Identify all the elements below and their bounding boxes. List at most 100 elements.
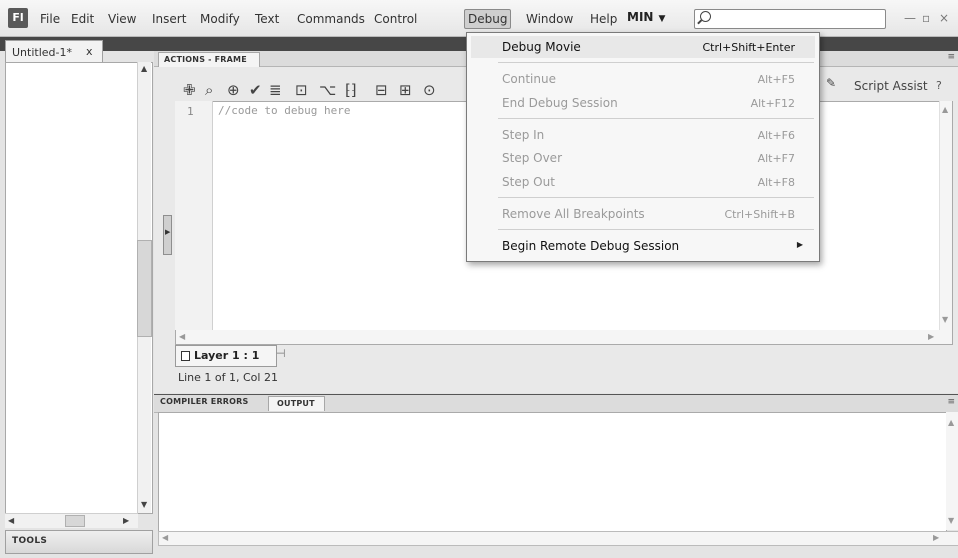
editor-horizontal-scrollbar[interactable]: ◀ ▶ xyxy=(175,330,953,345)
document-tab[interactable]: Untitled-1* x xyxy=(5,40,103,63)
stage-horizontal-scroll-thumb[interactable] xyxy=(65,515,85,527)
editor-vertical-scrollbar[interactable]: ▲ ▼ xyxy=(939,101,952,330)
expand-arrow-icon: ▶ xyxy=(165,228,171,236)
menu-item-shortcut: Alt+F8 xyxy=(757,176,795,189)
panel-menu-icon[interactable]: ≡ xyxy=(947,52,955,62)
menu-item-label: Step Over xyxy=(502,151,562,165)
workspace-label: MIN xyxy=(627,10,654,24)
layer-tab-label: Layer 1 : 1 xyxy=(194,349,260,362)
search-input[interactable] xyxy=(694,9,886,29)
menu-debug[interactable]: Debug xyxy=(464,9,512,29)
find-icon[interactable]: ⌕ xyxy=(205,81,213,99)
scroll-up-icon[interactable]: ▲ xyxy=(141,64,147,73)
pin-script-icon[interactable]: ⊣ xyxy=(276,347,286,360)
menu-item-shortcut: Ctrl+Shift+Enter xyxy=(702,41,795,54)
menu-item-step-over[interactable]: Step Over Alt+F7 xyxy=(471,147,815,169)
menu-window[interactable]: Window xyxy=(526,10,573,28)
output-horizontal-scrollbar[interactable]: ◀ ▶ xyxy=(158,531,958,546)
scroll-left-icon[interactable]: ◀ xyxy=(179,332,185,341)
menu-item-shortcut: Alt+F5 xyxy=(757,73,795,86)
tab-actions-frame[interactable]: ACTIONS - FRAME xyxy=(158,52,260,67)
close-icon[interactable]: × xyxy=(939,11,949,25)
menu-separator xyxy=(498,118,814,119)
restore-icon[interactable]: ▫ xyxy=(922,11,930,25)
output-tab-label: OUTPUT xyxy=(277,399,315,408)
layer-icon xyxy=(181,351,190,361)
scroll-down-icon[interactable]: ▼ xyxy=(942,315,948,324)
scroll-down-icon[interactable]: ▼ xyxy=(141,500,147,509)
collapse-selection-icon[interactable]: ⊟ xyxy=(375,81,388,99)
document-tab-label: Untitled-1* xyxy=(12,46,72,59)
scroll-left-icon[interactable]: ◀ xyxy=(162,533,168,542)
output-vertical-scrollbar[interactable]: ▲ ▼ xyxy=(946,412,958,530)
menu-file[interactable]: File xyxy=(40,10,60,28)
apply-block-comment-icon[interactable]: ⊙ xyxy=(423,81,436,99)
scroll-left-icon[interactable]: ◀ xyxy=(8,516,14,525)
debug-options-icon[interactable]: ⌥ xyxy=(319,81,336,99)
code-line[interactable]: //code to debug here xyxy=(218,104,350,117)
show-code-hint-icon[interactable]: ⊡ xyxy=(295,81,308,99)
collapse-between-braces-icon[interactable]: ⁅⁆ xyxy=(345,81,357,99)
scroll-right-icon[interactable]: ▶ xyxy=(123,516,129,525)
tools-panel-label: TOOLS xyxy=(12,536,48,546)
menu-item-shortcut: Ctrl+Shift+B xyxy=(724,208,795,221)
script-assist-button[interactable]: Script Assist xyxy=(854,79,928,93)
menu-edit[interactable]: Edit xyxy=(71,10,94,28)
tab-output[interactable]: OUTPUT xyxy=(268,396,325,411)
stage-area[interactable] xyxy=(5,62,153,514)
scroll-down-icon[interactable]: ▼ xyxy=(948,516,954,525)
menu-separator xyxy=(498,229,814,230)
menu-help[interactable]: Help xyxy=(590,10,617,28)
menu-item-shortcut: Alt+F6 xyxy=(757,129,795,142)
menu-item-label: Step Out xyxy=(502,175,555,189)
add-statement-icon[interactable]: ✙ xyxy=(183,81,196,99)
collapse-toolbox-handle[interactable]: ▶ xyxy=(163,215,172,255)
panel-menu-icon[interactable]: ≡ xyxy=(947,397,955,407)
close-tab-icon[interactable]: x xyxy=(86,45,93,58)
menu-text[interactable]: Text xyxy=(255,10,279,28)
scroll-right-icon[interactable]: ▶ xyxy=(928,332,934,341)
menu-commands[interactable]: Commands xyxy=(297,10,365,28)
insert-target-path-icon[interactable]: ⊕ xyxy=(227,81,240,99)
menu-item-debug-movie[interactable]: Debug Movie Ctrl+Shift+Enter xyxy=(471,36,815,58)
output-area[interactable] xyxy=(158,412,947,532)
menu-item-remove-all-breakpoints[interactable]: Remove All Breakpoints Ctrl+Shift+B xyxy=(471,203,815,225)
layer-tab[interactable]: Layer 1 : 1 xyxy=(175,345,277,367)
menu-item-begin-remote-debug-session[interactable]: Begin Remote Debug Session ▶ xyxy=(471,235,815,257)
check-syntax-icon[interactable]: ✔ xyxy=(249,81,262,99)
menu-modify[interactable]: Modify xyxy=(200,10,240,28)
tab-compiler-errors[interactable]: COMPILER ERRORS xyxy=(160,397,249,406)
menu-item-shortcut: Alt+F12 xyxy=(750,97,795,110)
menu-item-label: Continue xyxy=(502,72,556,86)
workspace-switcher[interactable]: MIN ▼ xyxy=(627,10,665,24)
chevron-down-icon: ▼ xyxy=(658,14,666,24)
menu-item-shortcut: Alt+F7 xyxy=(757,152,795,165)
submenu-arrow-icon: ▶ xyxy=(796,240,803,249)
menu-item-continue[interactable]: Continue Alt+F5 xyxy=(471,68,815,90)
menu-item-step-in[interactable]: Step In Alt+F6 xyxy=(471,124,815,146)
menu-item-label: Begin Remote Debug Session xyxy=(502,239,680,253)
actions-tab-label: ACTIONS - FRAME xyxy=(164,55,247,64)
expand-all-icon[interactable]: ⊞ xyxy=(399,81,412,99)
line-number-gutter xyxy=(175,101,213,330)
menu-item-end-debug-session[interactable]: End Debug Session Alt+F12 xyxy=(471,92,815,114)
auto-format-icon[interactable]: ≣ xyxy=(269,81,282,99)
line-number: 1 xyxy=(187,105,194,118)
menu-control[interactable]: Control xyxy=(374,10,417,28)
menu-separator xyxy=(498,197,814,198)
app-logo: Fl xyxy=(8,8,28,28)
menu-view[interactable]: View xyxy=(108,10,136,28)
menu-insert[interactable]: Insert xyxy=(152,10,186,28)
menu-item-label: Debug Movie xyxy=(502,40,581,54)
tools-panel-header[interactable]: TOOLS xyxy=(5,530,153,554)
help-icon[interactable]: ? xyxy=(936,79,942,92)
scroll-up-icon[interactable]: ▲ xyxy=(942,105,948,114)
menu-item-label: Step In xyxy=(502,128,545,142)
stage-vertical-scroll-thumb[interactable] xyxy=(137,240,152,337)
scroll-up-icon[interactable]: ▲ xyxy=(948,418,954,427)
search-icon xyxy=(700,11,711,22)
magic-wand-icon[interactable]: ✎ xyxy=(826,76,836,90)
scroll-right-icon[interactable]: ▶ xyxy=(933,533,939,542)
minimize-icon[interactable]: — xyxy=(904,11,916,25)
menu-item-step-out[interactable]: Step Out Alt+F8 xyxy=(471,171,815,193)
